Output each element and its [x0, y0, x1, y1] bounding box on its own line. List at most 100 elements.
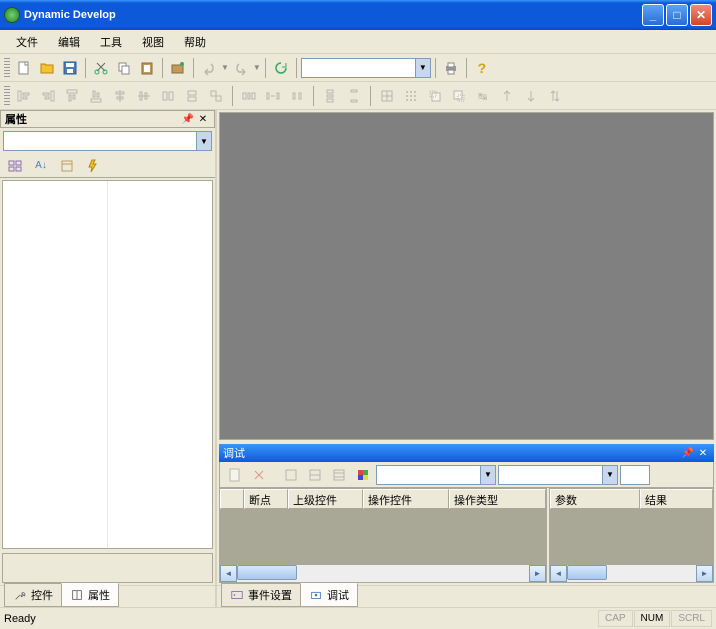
hspace-dec-icon[interactable]: [286, 85, 308, 107]
same-height-icon[interactable]: [181, 85, 203, 107]
scroll-right-icon[interactable]: ►: [696, 565, 713, 582]
arrow-down-icon[interactable]: [520, 85, 542, 107]
refresh-button[interactable]: [270, 57, 292, 79]
debug-delete-icon[interactable]: [248, 464, 270, 486]
svg-text:↹: ↹: [478, 91, 487, 103]
minimize-button[interactable]: _: [642, 4, 664, 26]
property-grid[interactable]: [2, 180, 213, 549]
undo-button[interactable]: [198, 57, 220, 79]
open-button[interactable]: [36, 57, 58, 79]
scroll-thumb[interactable]: [237, 565, 297, 580]
properties-icon: [70, 588, 84, 602]
align-bottom-icon[interactable]: [85, 85, 107, 107]
arrow-updown-icon[interactable]: [544, 85, 566, 107]
events-icon[interactable]: [82, 155, 104, 177]
debug-pin-icon[interactable]: 📌: [681, 446, 695, 460]
debug-step-icon[interactable]: [280, 464, 302, 486]
scroll-left-icon[interactable]: ◄: [550, 565, 567, 582]
menu-edit[interactable]: 编辑: [48, 31, 90, 53]
grid-header-control[interactable]: 操作控件: [363, 489, 449, 509]
run-button[interactable]: [167, 57, 189, 79]
arrow-up-icon[interactable]: [496, 85, 518, 107]
tab-order-icon[interactable]: ↹: [472, 85, 494, 107]
toolbar-gripper-2[interactable]: [4, 86, 10, 106]
maximize-button[interactable]: □: [666, 4, 688, 26]
tab-debug-label: 调试: [327, 587, 349, 603]
align-left-icon[interactable]: [13, 85, 35, 107]
same-width-icon[interactable]: [157, 85, 179, 107]
grid2-scrollbar[interactable]: ◄ ►: [550, 565, 713, 582]
debug-icon: [309, 588, 323, 602]
tab-controls[interactable]: 控件: [4, 583, 62, 607]
save-button[interactable]: [59, 57, 81, 79]
object-selector-combo[interactable]: ▼: [3, 131, 212, 151]
grid-header-result[interactable]: 结果: [640, 489, 713, 509]
menu-view[interactable]: 视图: [132, 31, 174, 53]
events-icon: [230, 588, 244, 602]
snap-icon[interactable]: [400, 85, 422, 107]
zoom-combo[interactable]: ▼: [301, 58, 431, 78]
align-center-v-icon[interactable]: [133, 85, 155, 107]
debug-combo1[interactable]: ▼: [376, 465, 496, 485]
scroll-left-icon[interactable]: ◄: [220, 565, 237, 582]
hspace-equal-icon[interactable]: [238, 85, 260, 107]
grid-header-optype[interactable]: 操作类型: [449, 489, 546, 509]
vspace-inc-icon[interactable]: [343, 85, 365, 107]
debug-close-icon[interactable]: ✕: [696, 446, 710, 460]
pin-icon[interactable]: 📌: [181, 112, 195, 126]
tab-properties-label: 属性: [88, 587, 110, 603]
close-button[interactable]: ✕: [690, 4, 712, 26]
categorized-icon[interactable]: [4, 155, 26, 177]
panel-close-icon[interactable]: ✕: [196, 112, 210, 126]
alphabetical-icon[interactable]: A↓: [30, 155, 52, 177]
debug-combo2[interactable]: ▼: [498, 465, 618, 485]
print-button[interactable]: [440, 57, 462, 79]
debug-step3-icon[interactable]: [328, 464, 350, 486]
grid-header-param[interactable]: 参数: [550, 489, 640, 509]
hspace-inc-icon[interactable]: [262, 85, 284, 107]
scroll-right-icon[interactable]: ►: [529, 565, 546, 582]
paste-button[interactable]: [136, 57, 158, 79]
tab-properties[interactable]: 属性: [61, 583, 119, 607]
new-button[interactable]: [13, 57, 35, 79]
main-toolbar: ▼ ▼ ▼ ?: [0, 54, 716, 82]
grid-header-parent[interactable]: 上级控件: [288, 489, 363, 509]
copy-button[interactable]: [113, 57, 135, 79]
grid-scrollbar[interactable]: ◄ ►: [220, 565, 546, 582]
debug-grid-result[interactable]: 参数 结果 ◄ ►: [549, 488, 714, 583]
scroll-thumb[interactable]: [567, 565, 607, 580]
vspace-equal-icon[interactable]: [319, 85, 341, 107]
tab-debug[interactable]: 调试: [300, 583, 358, 607]
align-center-h-icon[interactable]: [109, 85, 131, 107]
menu-tools[interactable]: 工具: [90, 31, 132, 53]
align-right-icon[interactable]: [37, 85, 59, 107]
debug-header: 调试 📌 ✕: [219, 444, 714, 462]
cut-button[interactable]: [90, 57, 112, 79]
status-cap: CAP: [598, 610, 633, 627]
menu-file[interactable]: 文件: [6, 31, 48, 53]
status-text: Ready: [4, 613, 597, 625]
send-back-icon[interactable]: [448, 85, 470, 107]
debug-panel: 调试 📌 ✕ ▼ ▼ 断点: [219, 444, 714, 583]
menu-bar: 文件 编辑 工具 视图 帮助: [0, 30, 716, 54]
grid-header-breakpoint[interactable]: 断点: [244, 489, 288, 509]
grid-header-blank[interactable]: [220, 489, 244, 509]
bring-front-icon[interactable]: [424, 85, 446, 107]
grid-toggle-icon[interactable]: [376, 85, 398, 107]
same-size-icon[interactable]: [205, 85, 227, 107]
debug-combo3[interactable]: [620, 465, 650, 485]
design-canvas[interactable]: [219, 112, 714, 440]
align-top-icon[interactable]: [61, 85, 83, 107]
redo-button[interactable]: [230, 57, 252, 79]
debug-color-icon[interactable]: [352, 464, 374, 486]
help-button[interactable]: ?: [471, 57, 493, 79]
debug-grid-main[interactable]: 断点 上级控件 操作控件 操作类型 ◄ ►: [219, 488, 547, 583]
layout-toolbar: ↹: [0, 82, 716, 110]
debug-step2-icon[interactable]: [304, 464, 326, 486]
tab-events[interactable]: 事件设置: [221, 583, 301, 607]
debug-new-icon[interactable]: [224, 464, 246, 486]
toolbar-gripper[interactable]: [4, 58, 10, 78]
property-pages-icon[interactable]: [56, 155, 78, 177]
properties-panel: 属性 📌 ✕ ▼ A↓: [0, 110, 217, 585]
menu-help[interactable]: 帮助: [174, 31, 216, 53]
